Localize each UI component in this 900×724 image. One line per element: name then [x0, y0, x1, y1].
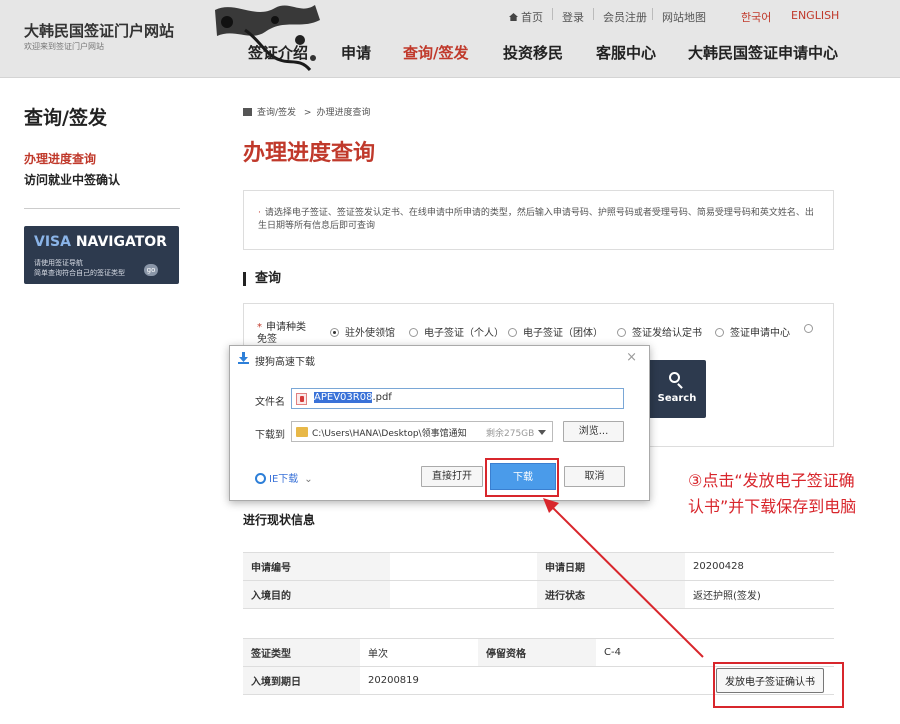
annotation-text: ③点击“发放电子签证确认书”并下载保存到电脑: [688, 471, 857, 516]
annotation-arrow: [543, 498, 704, 658]
